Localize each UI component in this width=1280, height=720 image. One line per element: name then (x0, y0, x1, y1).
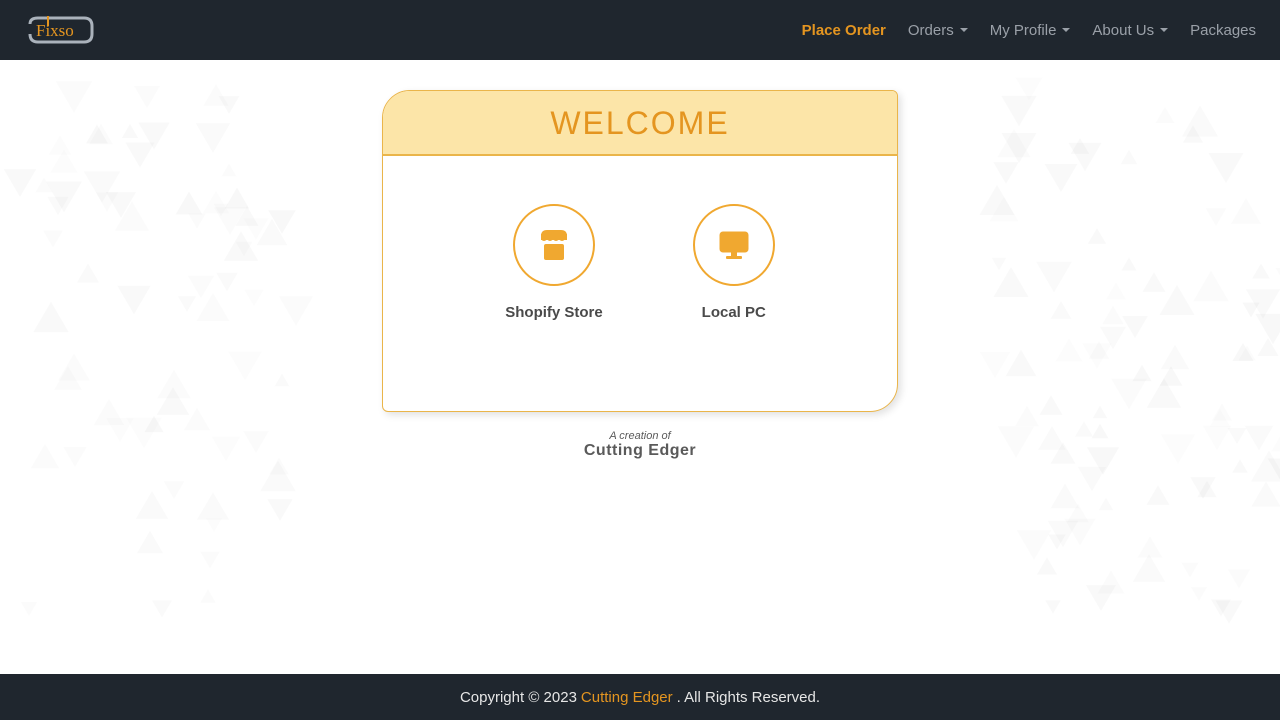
logo-icon: Fixso (24, 14, 94, 46)
creation-prefix: A creation of (584, 430, 696, 442)
footer-copyright-pre: Copyright © 2023 (460, 689, 577, 706)
welcome-card: WELCOME Shopify Store (382, 90, 898, 412)
option-local-pc[interactable]: Local PC (693, 204, 775, 321)
chevron-down-icon (960, 28, 968, 32)
localpc-circle (693, 204, 775, 286)
header: Fixso Place Order Orders My Profile Abou… (0, 0, 1280, 60)
nav-orders-label: Orders (908, 22, 954, 39)
card-body: Shopify Store Local PC (383, 156, 897, 411)
nav-my-profile[interactable]: My Profile (990, 22, 1071, 39)
nav-my-profile-label: My Profile (990, 22, 1057, 39)
option-localpc-label: Local PC (702, 304, 766, 321)
creation-credit: A creation of Cutting Edger (584, 430, 696, 460)
option-shopify-store[interactable]: Shopify Store (505, 204, 603, 321)
nav-about-us-label: About Us (1092, 22, 1154, 39)
footer-copyright-post: . All Rights Reserved. (677, 689, 820, 706)
shopify-circle (513, 204, 595, 286)
option-shopify-label: Shopify Store (505, 304, 603, 321)
logo[interactable]: Fixso (24, 14, 94, 46)
monitor-icon (713, 224, 755, 266)
chevron-down-icon (1160, 28, 1168, 32)
chevron-down-icon (1062, 28, 1070, 32)
main: WELCOME Shopify Store (0, 60, 1280, 460)
nav-place-order[interactable]: Place Order (802, 22, 886, 39)
creation-name: Cutting Edger (584, 442, 696, 460)
nav-orders[interactable]: Orders (908, 22, 968, 39)
nav-packages[interactable]: Packages (1190, 22, 1256, 39)
footer-brand[interactable]: Cutting Edger (581, 689, 673, 706)
store-icon (533, 224, 575, 266)
nav-about-us[interactable]: About Us (1092, 22, 1168, 39)
card-title: WELCOME (383, 91, 897, 156)
footer: Copyright © 2023 Cutting Edger . All Rig… (0, 674, 1280, 720)
svg-text:Fixso: Fixso (36, 21, 74, 40)
nav: Place Order Orders My Profile About Us P… (802, 22, 1256, 39)
